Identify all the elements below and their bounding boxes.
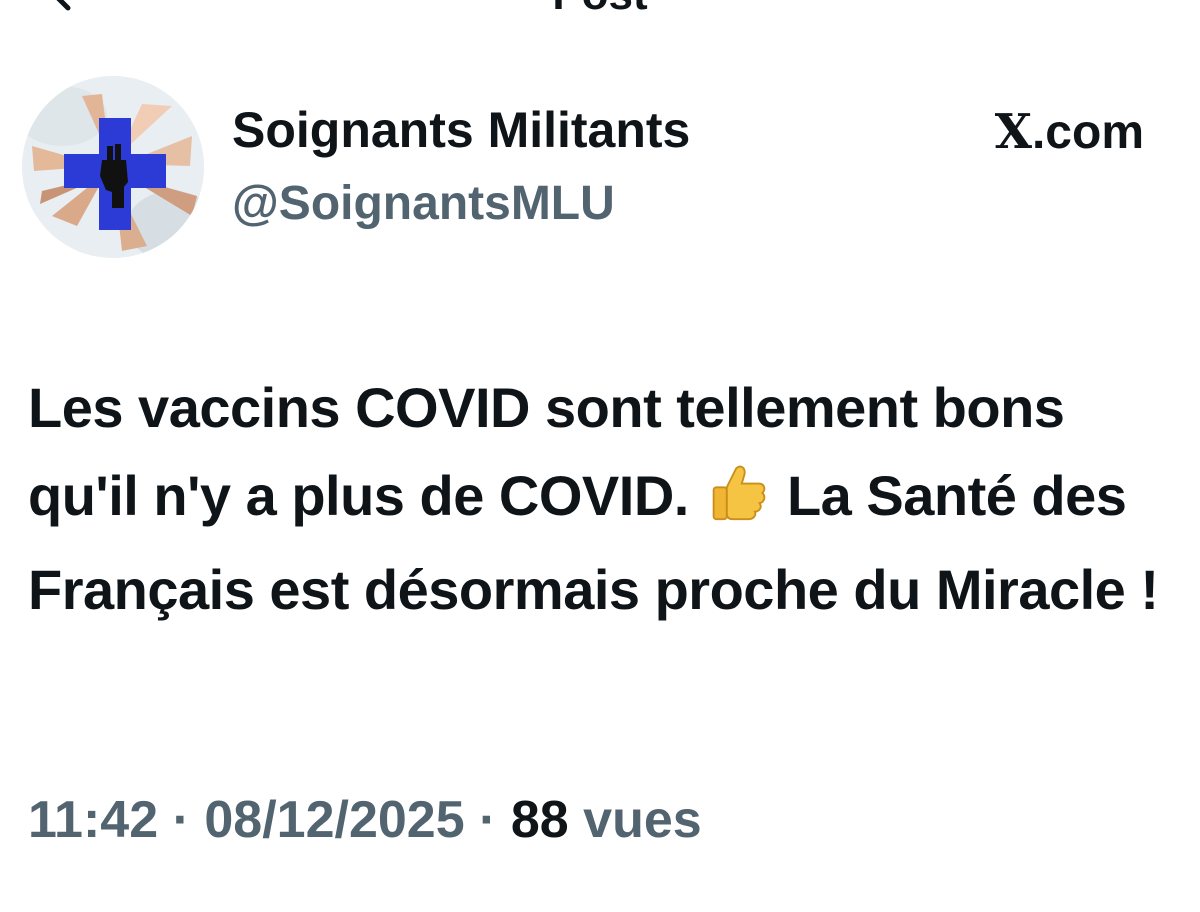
post-date[interactable]: 08/12/2025 xyxy=(204,791,464,849)
x-logo-icon: X xyxy=(994,104,1032,160)
thumbs-up-icon xyxy=(708,458,768,546)
tweet-text: Les vaccins COVID sont tellement bons qu… xyxy=(28,364,1178,634)
author-display-name[interactable]: Soignants Militants xyxy=(232,100,690,160)
post-meta: 11:42 · 08/12/2025 · 88 vues xyxy=(28,788,702,852)
views-label: vues xyxy=(583,791,702,849)
post-time[interactable]: 11:42 xyxy=(28,791,158,849)
brand-watermark: X.com xyxy=(995,104,1144,161)
top-navigation-bar: Post xyxy=(0,0,1200,30)
page-title: Post xyxy=(0,0,1200,20)
view-count: 88 xyxy=(510,791,569,849)
meta-separator: · xyxy=(479,791,497,849)
author-handle[interactable]: @SoignantsMLU xyxy=(232,174,615,234)
avatar[interactable] xyxy=(22,76,204,258)
meta-separator: · xyxy=(172,791,190,849)
brand-suffix: .com xyxy=(1031,106,1144,159)
